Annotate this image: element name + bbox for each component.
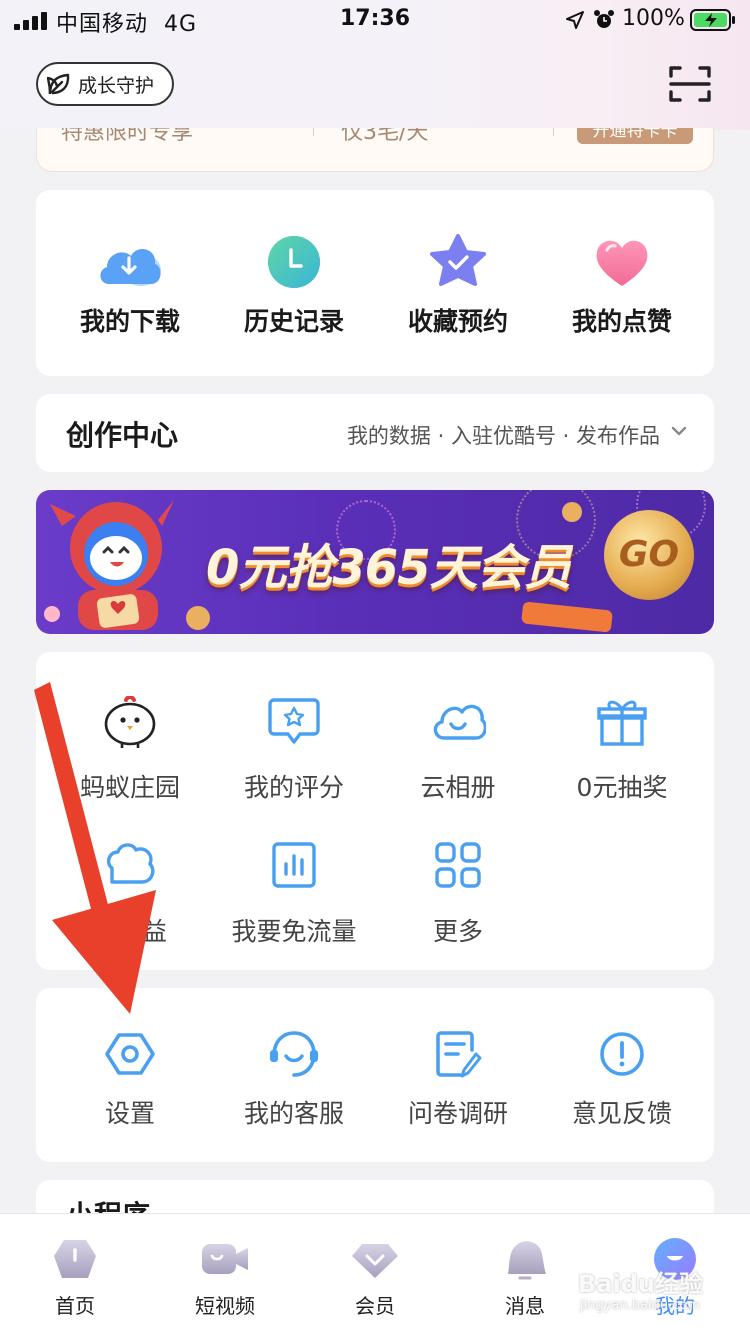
creation-center-card[interactable]: 创作中心 我的数据 · 入驻优酷号 · 发布作品 — [36, 394, 714, 472]
tab-short-video[interactable]: 短视频 — [150, 1214, 300, 1334]
banner-go-button[interactable]: GO — [604, 510, 694, 600]
watermark-url: jingyan.baidu.com — [580, 1298, 700, 1313]
gift-icon — [597, 700, 647, 746]
leaf-icon — [46, 73, 70, 95]
video-icon — [202, 1244, 248, 1274]
vip-diamond-icon — [352, 1244, 398, 1278]
divider — [553, 128, 554, 136]
data-chart-icon — [272, 842, 316, 888]
watermark-brand: Baidu经验 — [578, 1270, 703, 1298]
location-icon — [566, 11, 584, 29]
bell-icon — [508, 1241, 546, 1280]
growth-guard-label: 成长守护 — [78, 74, 155, 97]
tab-vip[interactable]: 会员 — [300, 1214, 450, 1334]
tab-home[interactable]: 首页 — [0, 1214, 150, 1334]
creation-center-links[interactable]: 我的数据 · 入驻优酷号 · 发布作品 — [347, 420, 660, 450]
battery-icon — [690, 9, 735, 31]
chevron-down-icon[interactable] — [670, 424, 688, 438]
chick-icon — [104, 696, 156, 748]
customer-service-icon — [270, 1031, 318, 1077]
mascot-illustration — [44, 500, 174, 630]
settings-hex-icon — [105, 1033, 155, 1075]
grid-more-icon — [435, 842, 481, 888]
battery-percent: 100% — [622, 6, 685, 31]
vip-promo-strip[interactable]: 特惠限时专享 仅3毛/天 开通特卡卡 — [36, 128, 714, 172]
scan-icon[interactable] — [668, 64, 712, 104]
growth-guard-button[interactable]: 成长守护 — [36, 62, 174, 106]
charity-heart-icon — [106, 843, 155, 884]
rating-bubble-icon — [268, 698, 320, 744]
vip-price-text: 仅3毛/天 — [341, 128, 429, 145]
baidu-watermark: Baidu经验 jingyan.baidu.com — [578, 1264, 728, 1324]
heart-icon — [596, 240, 648, 286]
star-bookmark-icon — [430, 234, 486, 286]
banner-headline: 0元抢365天会员 — [206, 540, 572, 596]
creation-center-title: 创作中心 — [66, 419, 179, 452]
ribbon-decoration — [521, 601, 613, 633]
alarm-icon — [594, 10, 614, 28]
quick-actions-card: 我的下载 历史记录 收藏预约 我的点赞 — [36, 190, 714, 376]
cloud-album-icon — [433, 704, 486, 740]
coin-decoration — [562, 502, 582, 522]
feedback-alert-icon — [600, 1032, 644, 1076]
tools-card: 设置 我的客服 问卷调研 意见反馈 — [36, 988, 714, 1162]
download-cloud-icon — [100, 249, 161, 286]
vip-promo-text: 特惠限时专享 — [61, 128, 194, 145]
history-clock-icon — [268, 236, 320, 288]
status-bar: 中国移动 4G 17:36 100% — [0, 0, 750, 40]
home-icon — [54, 1240, 96, 1278]
survey-edit-icon — [436, 1031, 482, 1078]
services-card: 蚂蚁庄园 我的评分 云相册 0元抽奖 3 公益 我要免流量 更多 — [36, 652, 714, 970]
promo-banner[interactable]: 0元抢365天会员 GO — [36, 490, 714, 634]
vip-open-button[interactable]: 开通特卡卡 — [577, 128, 693, 144]
divider — [313, 128, 314, 136]
